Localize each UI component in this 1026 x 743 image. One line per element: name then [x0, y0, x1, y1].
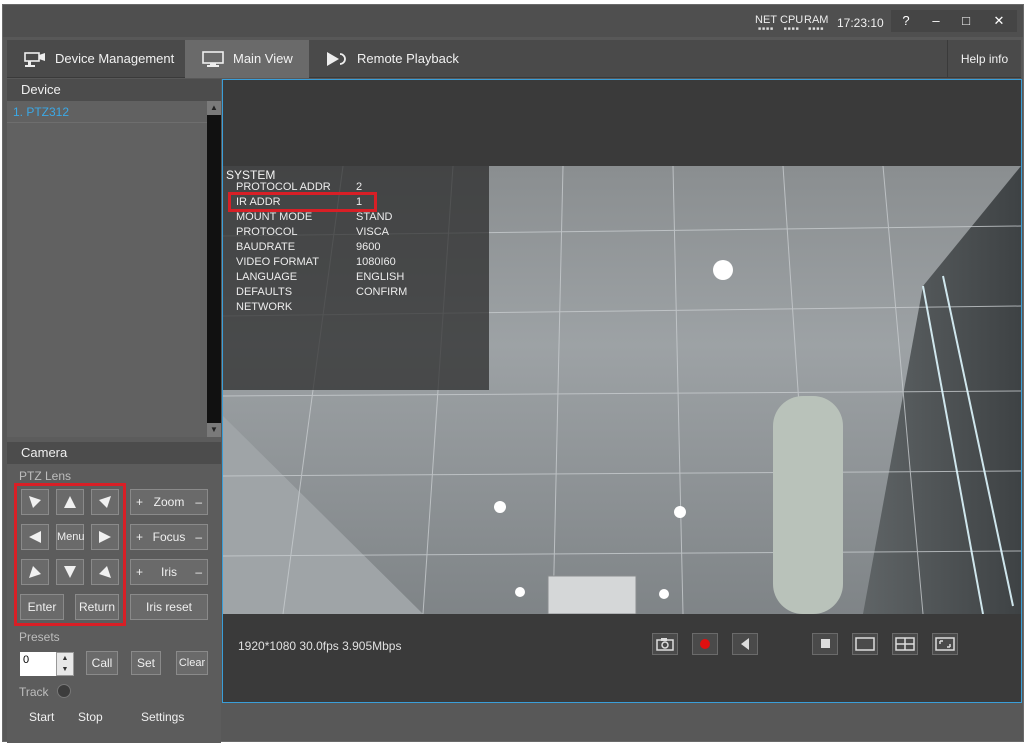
iris-open-button[interactable]: +	[136, 560, 143, 584]
main-nav: Device Management Main View Remote Playb…	[7, 40, 1021, 78]
osd-row-label: MOUNT MODE	[236, 211, 313, 223]
cpu-indicator: CPU ■■■■	[780, 14, 803, 32]
audio-button[interactable]	[732, 633, 758, 655]
osd-row-label: LANGUAGE	[236, 271, 298, 283]
osd-row-value: VISCA	[356, 226, 390, 238]
stepper-down-icon[interactable]: ▼	[57, 664, 73, 675]
record-button[interactable]	[692, 633, 718, 655]
focus-far-button[interactable]: –	[195, 525, 202, 549]
iris-control: + Iris –	[130, 559, 208, 585]
list-item[interactable]: 1. PTZ312	[7, 101, 207, 123]
title-bar: NET ■■■■ CPU ■■■■ RAM ■■■■ 17:23:10 ? – …	[3, 5, 1023, 37]
osd-row-label: PROTOCOL	[236, 226, 298, 238]
close-button[interactable]: ✕	[981, 10, 1017, 32]
tab-main-view[interactable]: Main View	[185, 40, 309, 78]
osd-row-value: 1080I60	[356, 256, 396, 268]
track-stop-button[interactable]: Stop	[78, 710, 103, 724]
net-indicator: NET ■■■■	[755, 14, 777, 32]
focus-near-button[interactable]: +	[136, 525, 143, 549]
track-settings-button[interactable]: Settings	[141, 710, 184, 724]
preset-set-button[interactable]: Set	[131, 651, 161, 675]
fullscreen-button[interactable]	[932, 633, 958, 655]
osd-menu: SYSTEM PROTOCOL ADDR 2 IR ADDR 1 MOUNT M…	[223, 166, 489, 390]
layout-single-button[interactable]	[852, 633, 878, 655]
scroll-down-icon[interactable]: ▼	[207, 423, 221, 437]
osd-row-value: STAND	[356, 211, 393, 223]
fullscreen-icon	[935, 637, 955, 651]
cpu-meter-icon: ■■■■	[783, 26, 800, 32]
maximize-button[interactable]: □	[951, 10, 981, 32]
preset-clear-button[interactable]: Clear	[176, 651, 208, 675]
zoom-out-button[interactable]: –	[195, 490, 202, 514]
layout-2x2-icon	[895, 637, 915, 651]
iris-label: Iris	[161, 565, 177, 579]
left-panel: Device 1. PTZ312 ▲ ▼ Camera PTZ Lens Men…	[7, 79, 221, 743]
focus-control: + Focus –	[130, 524, 208, 550]
osd-row-label: VIDEO FORMAT	[236, 256, 319, 268]
device-item-label: 1. PTZ312	[13, 105, 70, 119]
ram-indicator: RAM ■■■■	[804, 14, 828, 32]
layout-single-icon	[855, 637, 875, 651]
snapshot-button[interactable]	[652, 633, 678, 655]
device-list: 1. PTZ312	[7, 101, 207, 437]
preset-call-button[interactable]: Call	[86, 651, 118, 675]
net-label: NET	[755, 14, 777, 26]
track-start-button[interactable]: Start	[29, 710, 54, 724]
presets-label: Presets	[19, 630, 60, 644]
tab-label: Remote Playback	[357, 51, 459, 66]
preset-number-input[interactable]: 0	[20, 652, 56, 676]
ram-meter-icon: ■■■■	[808, 26, 825, 32]
monitor-icon	[202, 51, 224, 67]
help-window-button[interactable]: ?	[891, 10, 921, 32]
osd-row-label: NETWORK	[236, 301, 293, 313]
record-icon	[700, 639, 710, 649]
device-section-header: Device	[7, 79, 221, 101]
ram-label: RAM	[804, 14, 829, 26]
tab-label: Main View	[233, 51, 293, 66]
audio-icon	[741, 638, 749, 650]
iris-close-button[interactable]: –	[195, 560, 202, 584]
osd-row-value: ENGLISH	[356, 271, 405, 283]
ptz-lens-label: PTZ Lens	[19, 469, 72, 483]
tab-label: Device Management	[55, 51, 175, 66]
main-view: SYSTEM PROTOCOL ADDR 2 IR ADDR 1 MOUNT M…	[222, 79, 1022, 703]
camera-section-header: Camera	[7, 442, 221, 464]
osd-row-label: DEFAULTS	[236, 286, 293, 298]
osd-highlight-box	[228, 192, 377, 212]
clock: 17:23:10	[837, 16, 884, 30]
track-status-icon	[57, 684, 71, 698]
zoom-label: Zoom	[153, 495, 185, 509]
help-info-link[interactable]: Help info	[947, 40, 1021, 78]
track-label: Track	[19, 685, 49, 699]
playback-icon	[327, 52, 346, 66]
tab-remote-playback[interactable]: Remote Playback	[309, 40, 469, 78]
zoom-in-button[interactable]: +	[136, 490, 143, 514]
ptz-highlight-box	[14, 483, 126, 626]
scroll-up-icon[interactable]: ▲	[207, 101, 221, 115]
osd-title: SYSTEM	[226, 168, 276, 182]
video-feed[interactable]: SYSTEM PROTOCOL ADDR 2 IR ADDR 1 MOUNT M…	[223, 166, 1021, 614]
app-window: NET ■■■■ CPU ■■■■ RAM ■■■■ 17:23:10 ? – …	[2, 4, 1024, 743]
osd-row-value: CONFIRM	[356, 286, 408, 298]
osd-row-value: 9600	[356, 241, 381, 253]
minimize-button[interactable]: –	[921, 10, 951, 32]
video-info: 1920*1080 30.0fps 3.905Mbps	[238, 639, 402, 653]
focus-label: Focus	[152, 530, 186, 544]
net-meter-icon: ■■■■	[757, 26, 775, 32]
bottom-toolbar: 1920*1080 30.0fps 3.905Mbps	[222, 629, 1022, 667]
cpu-label: CPU	[780, 14, 804, 26]
layout-quad-button[interactable]	[892, 633, 918, 655]
camera-device-icon	[24, 52, 45, 67]
snapshot-icon	[656, 638, 674, 651]
layout-small-button[interactable]	[812, 633, 838, 655]
zoom-control: + Zoom –	[130, 489, 208, 515]
layout-1x1-small-icon	[821, 639, 830, 648]
device-list-scrollbar[interactable]: ▲ ▼	[207, 101, 221, 437]
osd-row-label: BAUDRATE	[236, 241, 296, 253]
stepper-up-icon[interactable]: ▲	[57, 653, 73, 664]
preset-stepper[interactable]: ▲ ▼	[56, 652, 74, 676]
iris-reset-button[interactable]: Iris reset	[130, 594, 208, 620]
tab-device-management[interactable]: Device Management	[7, 40, 185, 78]
